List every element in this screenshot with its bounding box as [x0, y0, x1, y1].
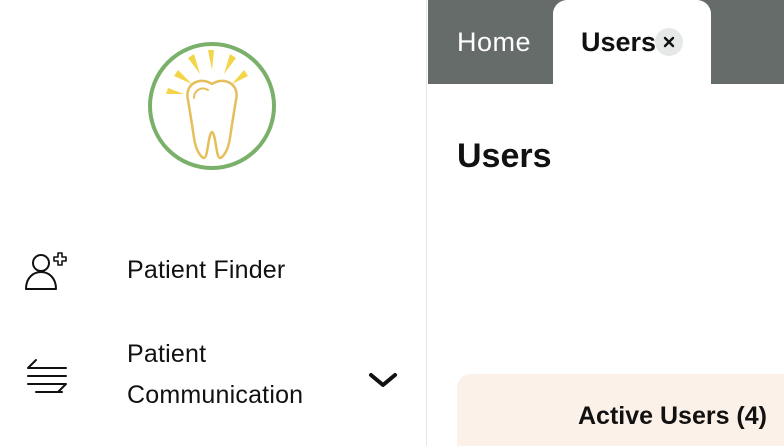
label-line-2: Communication: [127, 381, 304, 409]
sidebar-item-label: Patient Communication: [127, 334, 367, 416]
main-content: Home Users Users Active Users (4): [428, 0, 784, 446]
sidebar-item-patient-finder[interactable]: Patient Finder: [0, 246, 427, 296]
tab-users-label: Users: [581, 27, 657, 57]
tab-bar: Home Users: [428, 0, 784, 84]
sidebar: Patient Finder Patient Communication: [0, 0, 427, 446]
app-window: Patient Finder Patient Communication Hom…: [0, 0, 784, 446]
label-line-1: Patient: [127, 340, 207, 368]
tab-home[interactable]: Home: [457, 0, 531, 84]
sidebar-item-patient-communication[interactable]: Patient Communication: [0, 334, 427, 424]
close-tab-button[interactable]: [655, 28, 683, 56]
tooth-logo-icon[interactable]: [144, 40, 280, 176]
arrows-exchange-icon: [27, 359, 67, 393]
active-users-card: Active Users (4): [457, 374, 784, 446]
user-plus-icon: [25, 252, 67, 290]
sidebar-item-label: Patient Finder: [127, 256, 286, 284]
tab-users[interactable]: Users: [553, 0, 711, 84]
card-title: Active Users (4): [578, 402, 767, 430]
close-icon: [663, 36, 675, 48]
chevron-down-icon[interactable]: [366, 368, 400, 392]
page-title: Users: [457, 137, 552, 175]
